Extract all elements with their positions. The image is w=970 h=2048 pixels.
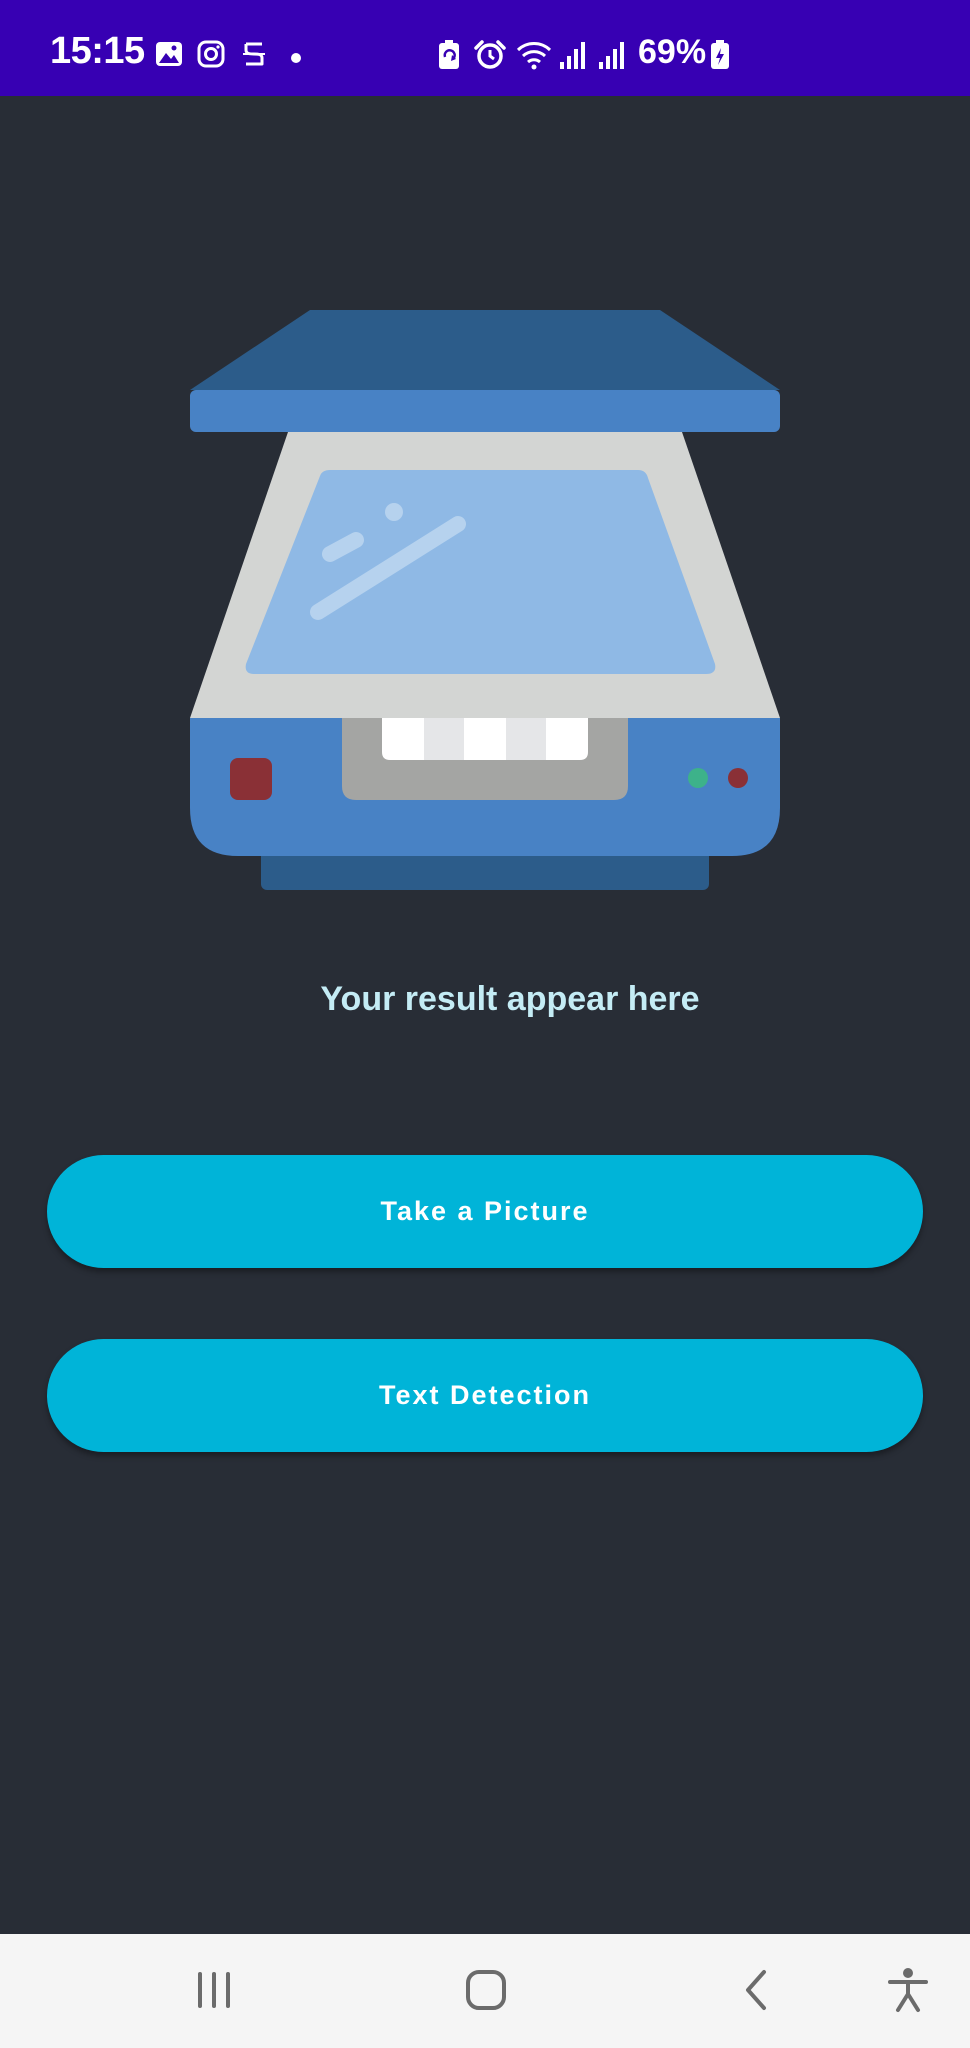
back-icon[interactable]	[736, 1964, 776, 2016]
instagram-icon	[197, 40, 225, 68]
accessibility-icon[interactable]	[884, 1964, 932, 2016]
take-picture-button[interactable]: Take a Picture	[47, 1155, 923, 1268]
text-detection-button[interactable]: Text Detection	[47, 1339, 923, 1452]
home-icon[interactable]	[460, 1964, 512, 2016]
recent-apps-icon[interactable]	[190, 1964, 238, 2016]
dot-icon	[291, 53, 301, 63]
alarm-icon	[474, 40, 506, 69]
scanner-icon	[190, 310, 780, 890]
status-bar: 15:15 69%	[0, 0, 970, 96]
result-text: Your result appear here	[320, 980, 700, 1018]
battery-percentage: 69%	[638, 33, 707, 71]
signal-icon	[599, 42, 624, 69]
navigation-bar	[0, 1934, 970, 2048]
battery-saver-icon	[439, 40, 459, 69]
wifi-icon	[516, 42, 552, 70]
signal-icon	[560, 42, 585, 69]
main-content: Your result appear here Take a Picture T…	[0, 96, 970, 1934]
status-time: 15:15	[50, 30, 145, 72]
gallery-icon	[156, 42, 182, 66]
app-notification-icon	[243, 42, 265, 66]
battery-charging-icon	[711, 40, 729, 69]
